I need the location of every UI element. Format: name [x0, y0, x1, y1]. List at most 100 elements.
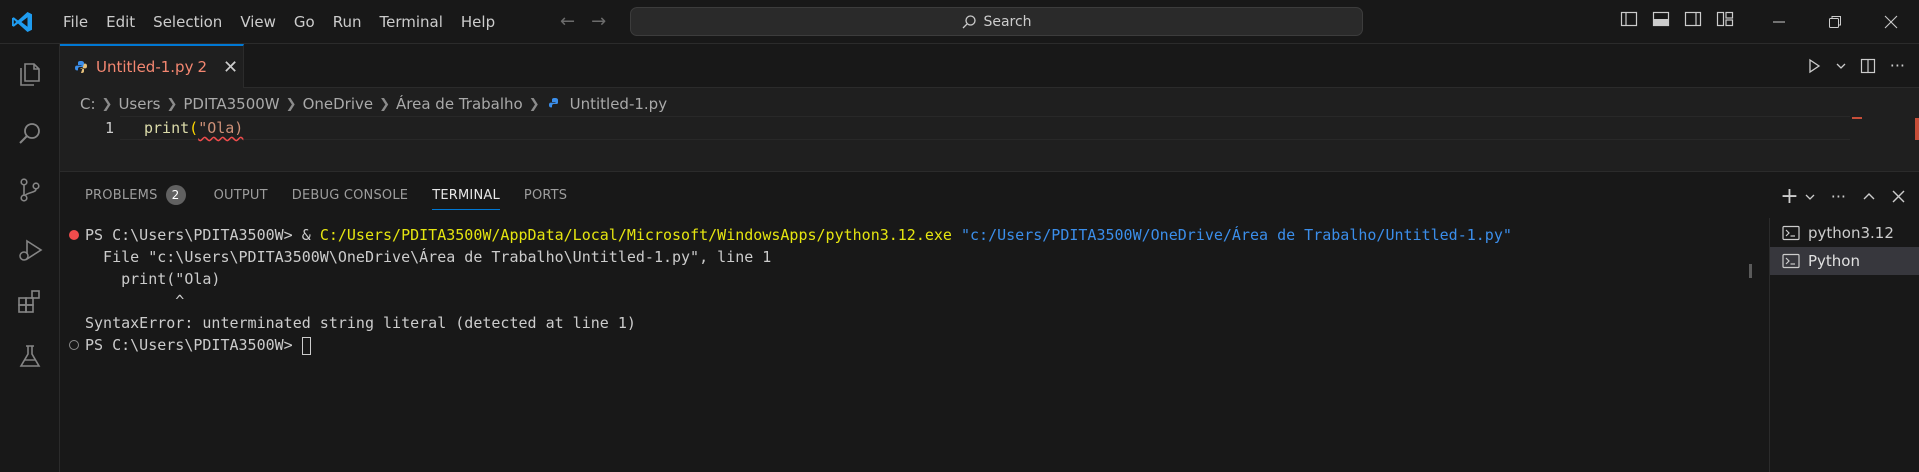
command-failed-icon[interactable] [69, 230, 79, 240]
breadcrumb-item[interactable]: OneDrive [303, 95, 374, 113]
menu-selection[interactable]: Selection [144, 0, 231, 44]
chevron-right-icon: ❯ [166, 96, 178, 112]
toggle-secondary-sidebar-icon[interactable] [1684, 10, 1702, 28]
chevron-right-icon: ❯ [528, 96, 540, 112]
tab-debug-console[interactable]: DEBUG CONSOLE [280, 172, 420, 218]
menu-go[interactable]: Go [285, 0, 324, 44]
activity-bar [0, 44, 60, 472]
more-actions-icon[interactable]: ··· [1890, 56, 1905, 75]
panel-tabs: PROBLEMS 2 OUTPUT DEBUG CONSOLE TERMINAL… [60, 172, 579, 218]
tab-ports[interactable]: PORTS [512, 172, 579, 218]
search-icon [962, 14, 977, 28]
python-file-icon [548, 98, 558, 108]
menu-bar: File Edit Selection View Go Run Terminal… [54, 0, 504, 44]
line-number: 1 [104, 119, 114, 137]
breadcrumb: C: ❯ Users ❯ PDITA3500W ❯ OneDrive ❯ Áre… [80, 93, 667, 115]
breadcrumb-item[interactable]: Área de Trabalho [396, 95, 523, 113]
code-token-function: print [144, 119, 190, 137]
tab-problem-count: 2 [197, 58, 208, 76]
terminal-profiles-chevron-icon[interactable] [1805, 192, 1815, 202]
toggle-panel-icon[interactable] [1652, 10, 1670, 28]
tab-label: OUTPUT [213, 187, 268, 203]
tab-output[interactable]: OUTPUT [198, 172, 280, 218]
explorer-icon[interactable] [14, 58, 46, 90]
search-label: Search [983, 13, 1032, 30]
menu-run[interactable]: Run [324, 0, 371, 44]
chevron-right-icon: ❯ [101, 96, 113, 112]
code-text[interactable]: print("Ola) [144, 119, 243, 137]
code-line[interactable]: 1 print("Ola) [60, 116, 1850, 140]
minimap-error-marker [1852, 117, 1862, 119]
tab-problems[interactable]: PROBLEMS 2 [60, 172, 198, 218]
tab-label: PORTS [523, 187, 568, 203]
toggle-primary-sidebar-icon[interactable] [1620, 10, 1638, 28]
bottom-panel: PROBLEMS 2 OUTPUT DEBUG CONSOLE TERMINAL… [60, 171, 1919, 472]
terminal-line: PS C:\Users\PDITA3500W> & C:/Users/PDITA… [85, 226, 1512, 244]
terminal-tabs-list: python3.12 Python [1769, 218, 1919, 472]
python-file-icon [75, 61, 87, 73]
terminal-icon [1782, 253, 1800, 269]
command-center-search[interactable]: Search [630, 7, 1363, 36]
tab-label: Untitled-1.py [96, 58, 194, 76]
tab-terminal[interactable]: TERMINAL [420, 172, 512, 218]
terminal-instance-item[interactable]: python3.12 [1770, 219, 1919, 247]
problems-count-badge: 2 [165, 185, 186, 205]
terminal-line: print("Ola) [85, 270, 221, 288]
editor-tabs: Untitled-1.py 2 ✕ ··· [60, 44, 1919, 88]
close-window-icon[interactable] [1863, 0, 1919, 44]
terminal-line: ^ [85, 292, 185, 310]
new-terminal-plus-icon[interactable]: + [1780, 184, 1798, 209]
chevron-right-icon: ❯ [379, 96, 391, 112]
split-editor-icon[interactable] [1860, 58, 1876, 74]
customize-layout-icon[interactable] [1716, 10, 1734, 28]
run-python-file-icon[interactable] [1806, 58, 1822, 74]
more-actions-icon[interactable]: ··· [1831, 187, 1846, 206]
code-token-string: "Ola) [198, 119, 244, 137]
breadcrumb-item[interactable]: C: [80, 95, 96, 113]
close-panel-icon[interactable] [1892, 190, 1905, 203]
terminal-scrollbar[interactable] [1749, 264, 1752, 278]
menu-help[interactable]: Help [452, 0, 504, 44]
editor-area: Untitled-1.py 2 ✕ ··· C: ❯ Users ❯ PDITA… [60, 44, 1919, 171]
panel-actions: + ··· [1780, 184, 1905, 209]
breadcrumb-item[interactable]: PDITA3500W [183, 95, 279, 113]
tab-label: DEBUG CONSOLE [291, 187, 409, 203]
run-dropdown-chevron-icon[interactable] [1836, 61, 1846, 71]
editor-actions: ··· [1806, 56, 1905, 75]
terminal-prompt-line: PS C:\Users\PDITA3500W> [85, 334, 311, 356]
terminal-instance-item[interactable]: Python [1770, 247, 1919, 275]
back-arrow-icon[interactable]: ← [560, 11, 575, 32]
terminal-instance-label: Python [1808, 252, 1860, 270]
run-debug-icon[interactable] [14, 234, 46, 266]
window-controls [1751, 0, 1919, 44]
testing-icon[interactable] [14, 340, 46, 372]
maximize-panel-chevron-icon[interactable] [1862, 190, 1876, 204]
chevron-right-icon: ❯ [285, 96, 297, 112]
command-decoration-icon[interactable] [69, 340, 79, 350]
terminal-output[interactable]: PS C:\Users\PDITA3500W> & C:/Users/PDITA… [60, 218, 1772, 472]
tab-label: PROBLEMS [85, 187, 158, 203]
scrollbar-error-marker [1915, 118, 1919, 140]
menu-view[interactable]: View [231, 0, 285, 44]
terminal-instance-label: python3.12 [1808, 224, 1894, 242]
terminal-line: File "c:\Users\PDITA3500W\OneDrive\Área … [85, 248, 772, 266]
minimize-icon[interactable] [1751, 0, 1807, 44]
code-token-paren: ( [189, 119, 199, 137]
editor-tab-untitled[interactable]: Untitled-1.py 2 ✕ [60, 44, 244, 88]
extensions-icon[interactable] [14, 286, 46, 318]
search-icon[interactable] [14, 118, 46, 150]
terminal-line: SyntaxError: unterminated string literal… [85, 314, 636, 332]
menu-file[interactable]: File [54, 0, 97, 44]
breadcrumb-item[interactable]: Untitled-1.py [570, 95, 667, 113]
menu-edit[interactable]: Edit [97, 0, 144, 44]
forward-arrow-icon[interactable]: → [591, 11, 606, 32]
title-bar: File Edit Selection View Go Run Terminal… [0, 0, 1919, 44]
terminal-cursor [301, 336, 311, 355]
menu-terminal[interactable]: Terminal [371, 0, 452, 44]
source-control-icon[interactable] [14, 174, 46, 206]
breadcrumb-item[interactable]: Users [118, 95, 160, 113]
vscode-logo-icon [12, 12, 32, 32]
terminal-icon [1782, 225, 1800, 241]
close-tab-icon[interactable]: ✕ [223, 57, 238, 78]
restore-icon[interactable] [1807, 0, 1863, 44]
